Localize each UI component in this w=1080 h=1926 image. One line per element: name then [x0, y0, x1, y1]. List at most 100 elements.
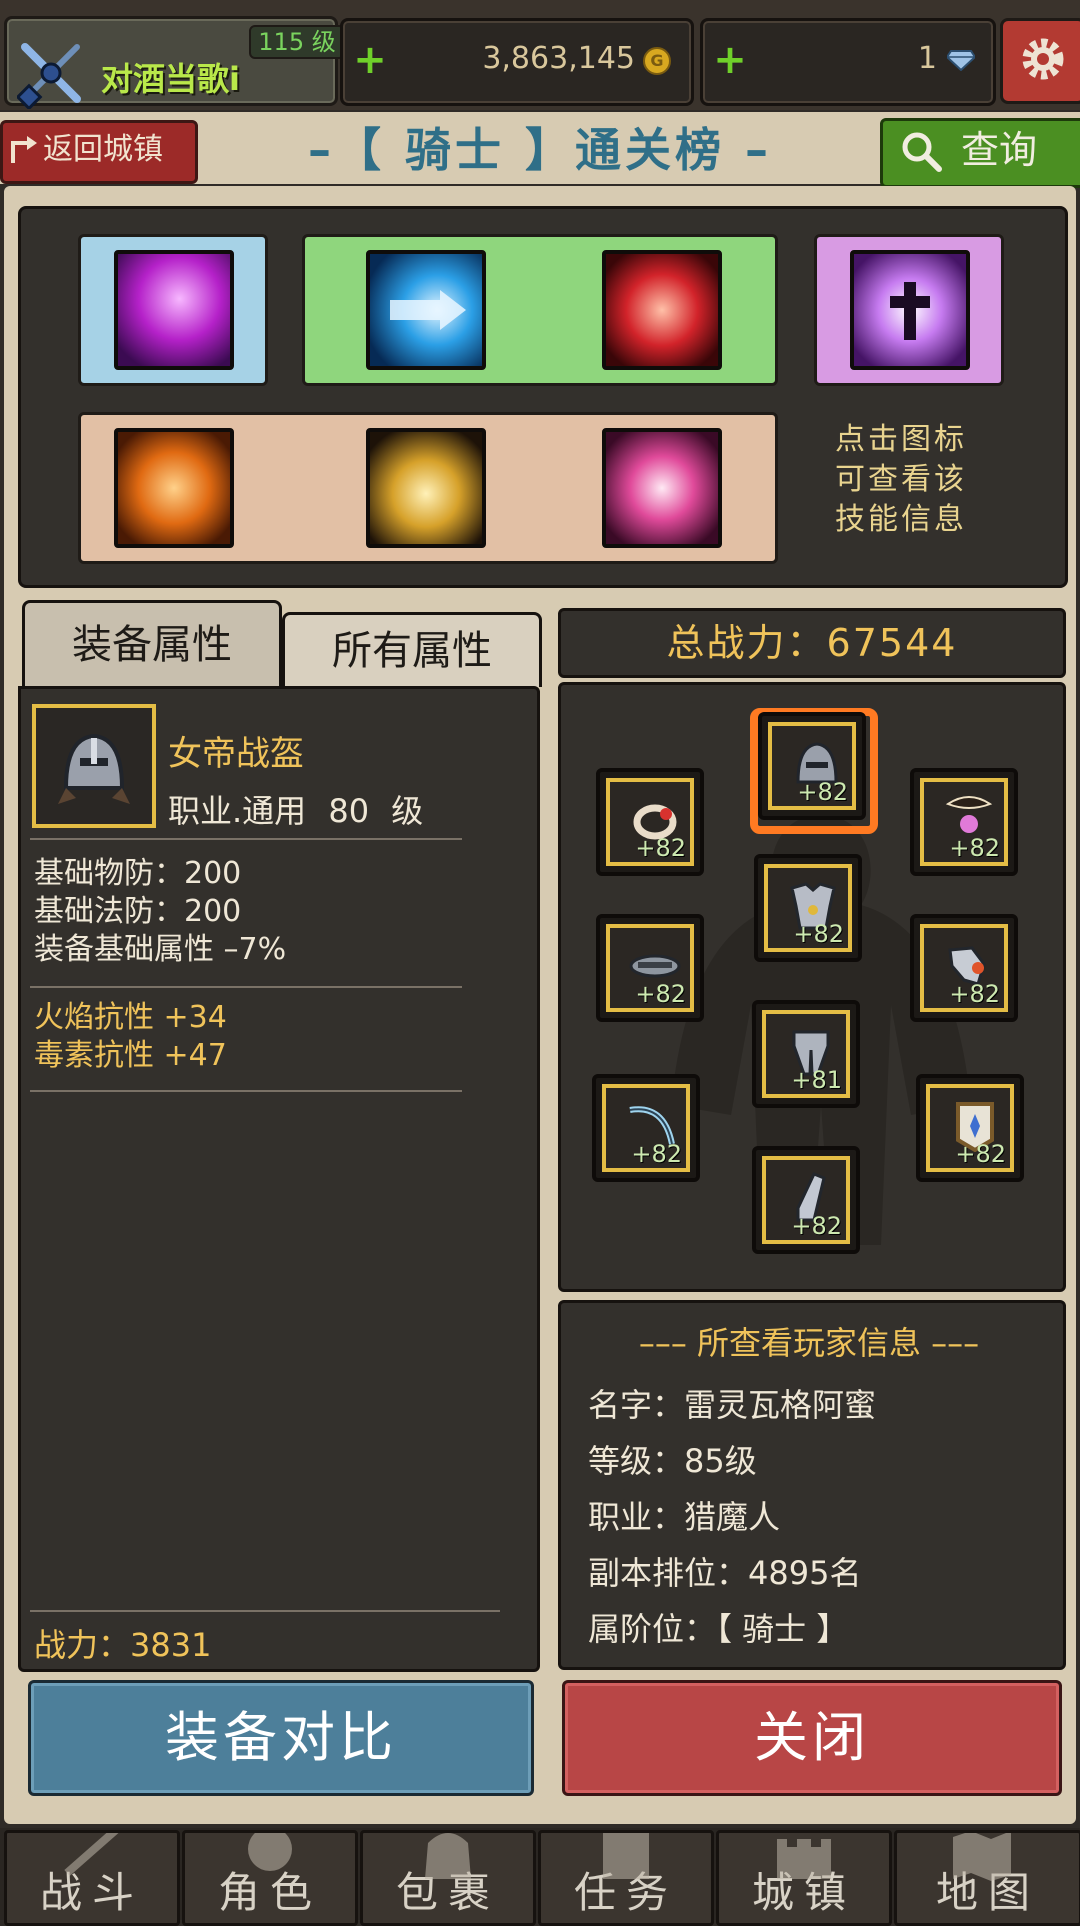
nav-town[interactable]: 城镇 [716, 1830, 892, 1926]
divider [30, 838, 462, 840]
nav-quest[interactable]: 任务 [538, 1830, 714, 1926]
helmet-icon [58, 733, 130, 804]
close-button[interactable]: 关闭 [562, 1680, 1062, 1796]
gear-slot-helmet[interactable]: +82 [758, 712, 866, 820]
base-attr-modifier: 装备基础属性 –7% [34, 932, 287, 967]
base-magic-def: 基础法防：200 [34, 894, 242, 929]
crossed-swords-icon [17, 43, 81, 109]
castle-icon [777, 1839, 831, 1879]
player-info-class: 职业：猎魔人 [588, 1498, 781, 1536]
player-card[interactable]: 对酒当歌i 115 级 [4, 16, 345, 109]
nav-map[interactable]: 地图 [894, 1830, 1080, 1926]
gear-slot-bow[interactable]: +82 [592, 1074, 700, 1182]
gear-slot-legs[interactable]: +81 [752, 1000, 860, 1108]
search-icon [902, 132, 942, 172]
divider [30, 986, 462, 988]
total-power: 总战力：67544 [558, 608, 1066, 678]
gear-slot-boots[interactable]: +82 [752, 1146, 860, 1254]
map-icon [953, 1833, 1011, 1881]
item-power: 战力：3831 [34, 1626, 212, 1664]
gear-frame: +82 [920, 778, 1008, 866]
gear-frame: +81 [762, 1010, 850, 1098]
settings-button[interactable] [1000, 18, 1080, 104]
gear-level: +82 [797, 778, 848, 806]
query-label: 查询 [961, 128, 1038, 172]
player-info-name: 名字：雷灵瓦格阿蜜 [588, 1386, 877, 1424]
gear-frame: +82 [602, 1084, 690, 1172]
gear-slot-ring[interactable]: +82 [596, 768, 704, 876]
item-icon-frame [32, 704, 156, 828]
item-name: 女帝战盔 [168, 734, 304, 774]
player-info-tier: 属阶位：【 骑士 】 [588, 1610, 849, 1648]
bag-icon [425, 1833, 471, 1879]
equip-detail-panel [18, 686, 540, 1672]
gear-level: +82 [793, 920, 844, 948]
query-button[interactable]: 查询 [880, 118, 1080, 188]
red-dragon-skill-icon[interactable] [602, 250, 722, 370]
gear-frame: +82 [920, 924, 1008, 1012]
divider [30, 1610, 500, 1612]
gear-slot-necklace[interactable]: +82 [910, 768, 1018, 876]
gear-frame: +82 [606, 924, 694, 1012]
gear-level: +82 [949, 834, 1000, 862]
add-gold-button[interactable]: + [353, 40, 387, 80]
gold-amount: 3,863,145 [482, 41, 635, 76]
skill-hint-line: 技能信息 [835, 502, 967, 537]
return-arrow-icon [11, 136, 37, 163]
shield-burst-skill-icon[interactable] [602, 428, 722, 548]
tab-all-attributes[interactable]: 所有属性 [282, 612, 542, 687]
gold-display: + 3,863,145 G [340, 18, 694, 106]
golden-armor-skill-icon[interactable] [366, 428, 486, 548]
gear-frame: +82 [606, 778, 694, 866]
gear-frame: +82 [764, 864, 852, 952]
gear-slot-belt[interactable]: +82 [596, 914, 704, 1022]
arrow-icon [390, 290, 466, 330]
diamond-icon [947, 50, 975, 71]
poison-resistance: 毒素抗性 +47 [34, 1038, 227, 1073]
nav-bag[interactable]: 包裹 [360, 1830, 536, 1926]
gear-level: +82 [635, 980, 686, 1008]
divider [30, 1090, 462, 1092]
gear-frame: +82 [768, 722, 856, 810]
skill-hint: 点击图标 可查看该 技能信息 [826, 420, 976, 540]
gear-level: +82 [635, 834, 686, 862]
compare-equipment-button[interactable]: 装备对比 [28, 1680, 534, 1796]
add-gem-button[interactable]: + [713, 40, 747, 80]
back-to-town-label: 返回城镇 [43, 132, 163, 167]
gear-slot-armor[interactable]: +82 [754, 854, 862, 962]
nav-battle[interactable]: 战斗 [4, 1830, 180, 1926]
player-info-level: 等级：85级 [588, 1442, 757, 1480]
chain-skill-icon[interactable] [114, 428, 234, 548]
gear-slot-gauntlet[interactable]: +82 [910, 914, 1018, 1022]
nav-character[interactable]: 角色 [182, 1830, 358, 1926]
gear-frame: +82 [762, 1156, 850, 1244]
player-name: 对酒当歌i [101, 60, 240, 98]
gear-level: +82 [631, 1140, 682, 1168]
cross-icon [890, 282, 930, 340]
purple-slash-skill-icon[interactable] [114, 250, 234, 370]
player-info-title: ––– 所查看玩家信息 ––– [638, 1324, 980, 1362]
item-class-level: 职业.通用 80 级 [168, 792, 424, 830]
gear-slot-shield[interactable]: +82 [916, 1074, 1024, 1182]
gem-display: + 1 [700, 18, 996, 106]
holy-cross-skill-icon[interactable] [850, 250, 970, 370]
back-to-town-button[interactable]: 返回城镇 [0, 120, 198, 184]
coin-icon: G [643, 47, 671, 75]
quest-icon [603, 1833, 649, 1879]
tab-equip-attributes[interactable]: 装备属性 [22, 600, 282, 687]
gear-level: +81 [791, 1066, 842, 1094]
blue-arrow-skill-icon[interactable] [366, 250, 486, 370]
base-phys-def: 基础物防：200 [34, 856, 242, 891]
skill-hint-line: 点击图标 [835, 422, 967, 457]
gear-icon [1022, 38, 1064, 80]
fire-resistance: 火焰抗性 +34 [34, 1000, 227, 1035]
skill-hint-line: 可查看该 [835, 462, 967, 497]
player-info-rank: 副本排位：4895名 [588, 1554, 862, 1592]
page-title: –【 骑士 】通关榜 – [307, 123, 773, 177]
player-level-badge: 115 级 [249, 25, 345, 59]
gear-level: +82 [949, 980, 1000, 1008]
gear-level: +82 [955, 1140, 1006, 1168]
gem-amount: 1 [917, 41, 937, 76]
sword-icon [64, 1833, 119, 1877]
gear-frame: +82 [926, 1084, 1014, 1172]
